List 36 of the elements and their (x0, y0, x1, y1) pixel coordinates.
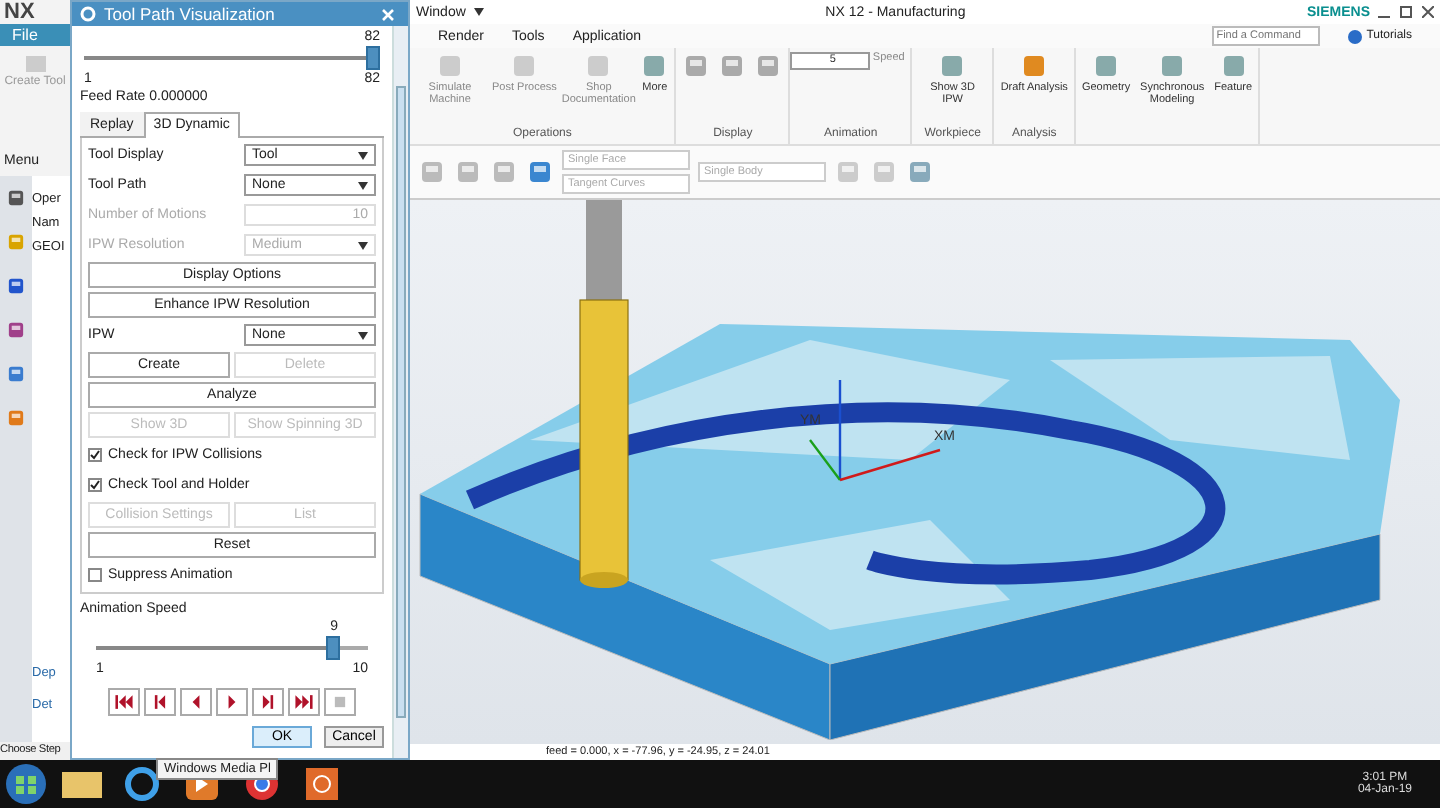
caret-icon (358, 241, 368, 249)
prev-button[interactable] (144, 688, 176, 716)
first-icon (112, 690, 136, 714)
part-model-drawing[interactable] (419, 324, 1400, 740)
command-icon (1092, 52, 1121, 80)
command-icon (510, 52, 539, 80)
close-icon[interactable] (1422, 6, 1434, 18)
caret-icon (358, 181, 368, 189)
checkmark-icon (90, 450, 100, 460)
caret-icon (358, 151, 368, 159)
first-button[interactable] (108, 688, 140, 716)
tool-drawing[interactable] (579, 200, 629, 588)
slider-handle[interactable] (325, 636, 340, 660)
command-icon (584, 52, 613, 80)
maximize-icon[interactable] (1400, 6, 1412, 18)
command-icon (1020, 52, 1049, 80)
last-icon (292, 690, 316, 714)
dialog-title: Tool Path Visualization (104, 2, 275, 26)
caret-icon (358, 331, 368, 339)
play-button[interactable] (216, 688, 248, 716)
command-icon (1158, 52, 1187, 80)
slider-handle[interactable] (366, 46, 380, 70)
back-button[interactable] (180, 688, 212, 716)
file-tab[interactable]: File (0, 24, 70, 46)
command-icon (640, 52, 669, 80)
command-icon (938, 52, 967, 80)
scrollbar[interactable] (392, 26, 408, 758)
checkmark-icon (90, 480, 100, 490)
last-button[interactable] (288, 688, 320, 716)
help-icon[interactable] (1348, 29, 1363, 43)
command-icon (436, 52, 464, 80)
app-logo: NX (2, 0, 37, 24)
next-button[interactable] (252, 688, 284, 716)
caret-icon (473, 8, 484, 16)
start-button[interactable] (4, 762, 48, 806)
command-icon (1219, 52, 1248, 80)
